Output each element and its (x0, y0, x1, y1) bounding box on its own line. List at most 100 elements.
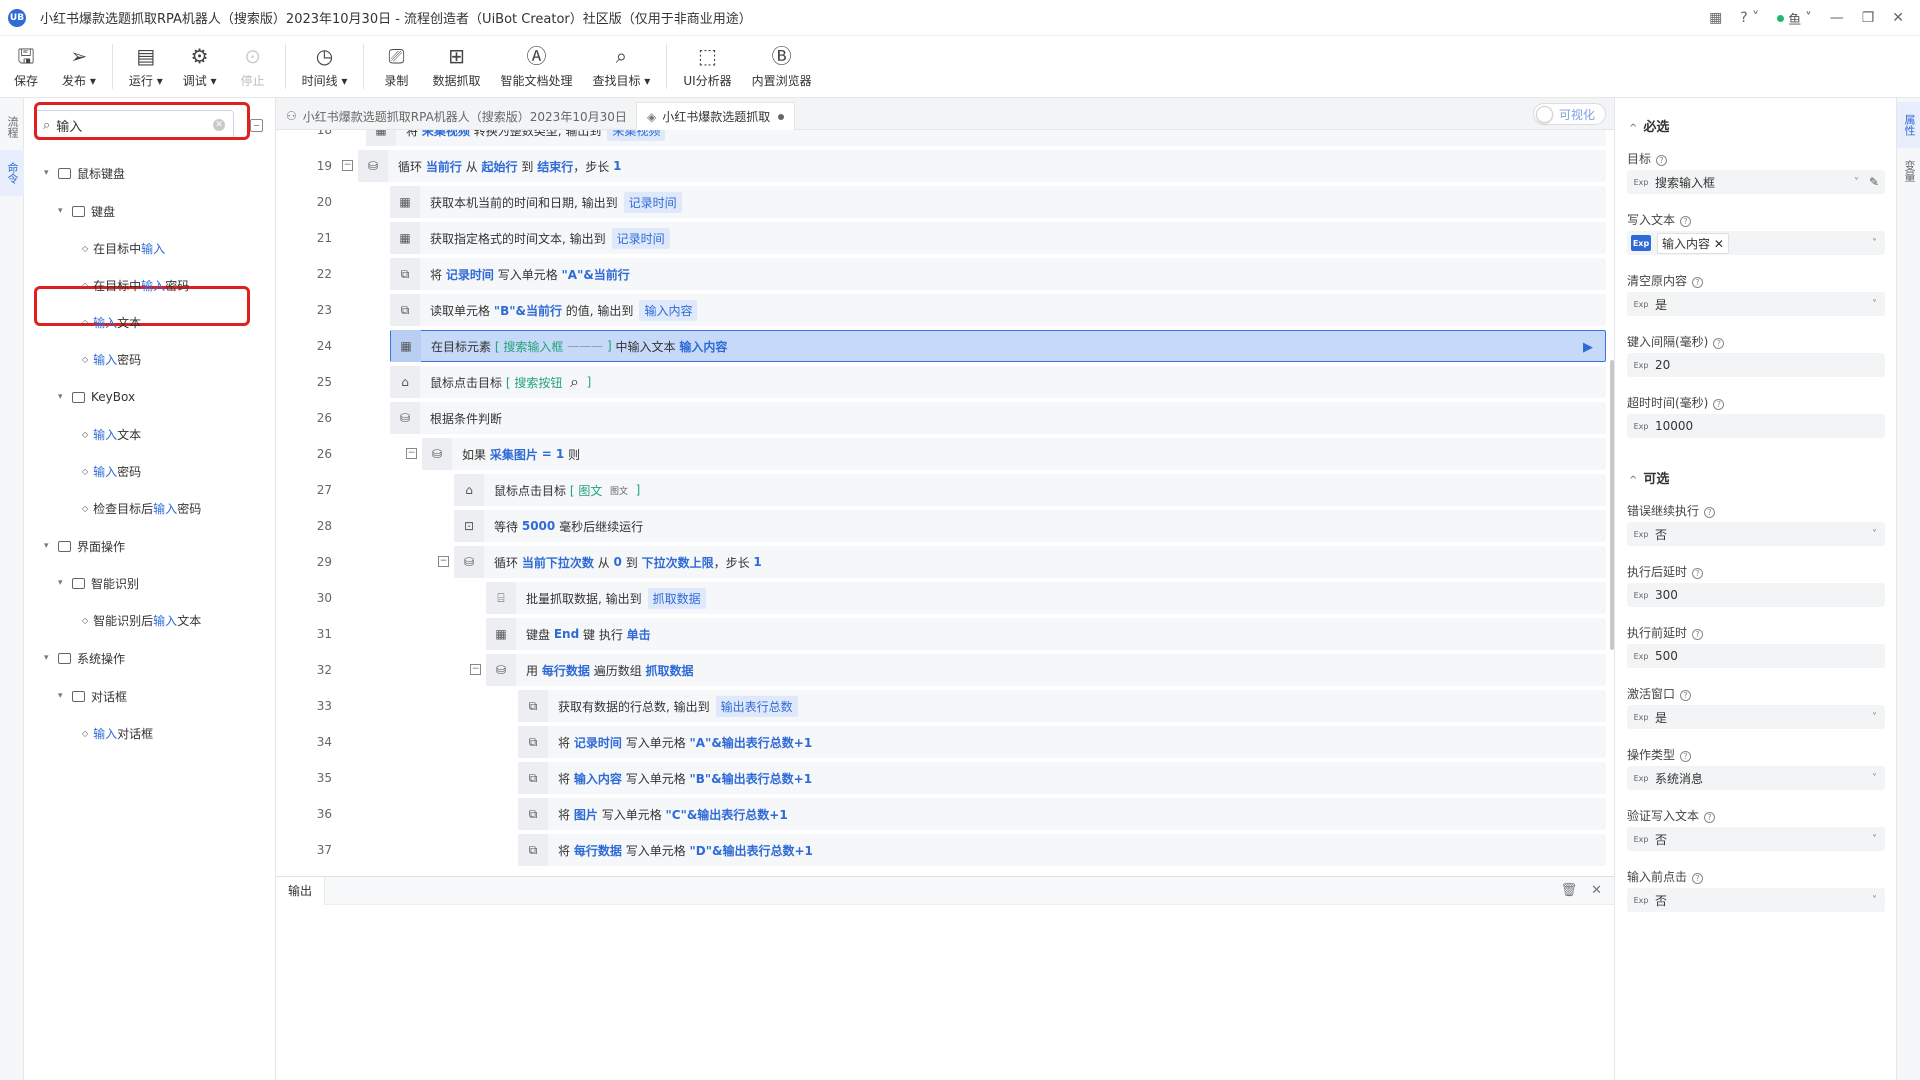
exp-toggle[interactable]: Exp (1631, 235, 1651, 251)
flow-step[interactable]: ⧉ 将 输入内容 写入单元格 "B"&输出表行总数+1 (518, 762, 1606, 794)
tab-variables[interactable]: 变量 (1897, 148, 1920, 194)
continue-on-error-select[interactable]: Exp 否 ˅ (1627, 522, 1885, 546)
tab-properties[interactable]: 属性 (1897, 102, 1920, 148)
record-button[interactable]: ⎚ 录制 (370, 36, 422, 97)
tree-category[interactable]: ▾ 智能识别 (58, 572, 139, 594)
chevron-down-icon[interactable]: ˅ (1872, 299, 1877, 310)
stop-button[interactable]: ⊙ 停止 (227, 36, 279, 97)
exp-toggle[interactable]: Exp (1631, 831, 1651, 847)
tree-command[interactable]: ◇ 检查目标后 输入 密码 (82, 497, 201, 519)
flow-step[interactable]: ⌂ 鼠标点击目标 [ 图文 图文 ] (454, 474, 1606, 506)
flow-step[interactable]: ▦ 在目标元素 [ 搜索输入框 ——— ] 中输入文本 输入内容 ▶ (390, 330, 1606, 362)
collapse-all-button[interactable]: − (250, 119, 263, 132)
flow-step[interactable]: ⛁ 循环 当前下拉次数 从 0 到 下拉次数上限 ，步长 1 (454, 546, 1606, 578)
flow-row[interactable]: 22 ⧉ 将 记录时间 写入单元格 "A"&当前行 (276, 256, 1614, 292)
flow-step[interactable]: ▦ 获取指定格式的时间文本, 输出到 记录时间 (390, 222, 1606, 254)
operation-type-select[interactable]: Exp 系统消息 ˅ (1627, 766, 1885, 790)
tree-category[interactable]: ▾ 键盘 (58, 200, 115, 222)
flow-row[interactable]: 29 − ⛁ 循环 当前下拉次数 从 0 到 下拉次数上限 ，步长 1 (276, 544, 1614, 580)
flow-step[interactable]: ⌂ 鼠标点击目标 [ 搜索按钮 ⌕ ] (390, 366, 1606, 398)
exp-toggle[interactable]: Exp (1631, 709, 1651, 725)
chevron-down-icon[interactable]: ˅ (1872, 238, 1877, 249)
flow-row[interactable]: 27 ⌂ 鼠标点击目标 [ 图文 图文 ] (276, 472, 1614, 508)
exp-toggle[interactable]: Exp (1631, 526, 1651, 542)
flow-step[interactable]: ⛁ 循环 当前行 从 起始行 到 结束行 ，步长 1 (358, 150, 1606, 182)
help-icon[interactable]: ? (1692, 568, 1704, 579)
tree-command[interactable]: ◇ 输入 文本 (82, 311, 141, 333)
flow-row[interactable]: 28 ⊡ 等待 5000 毫秒后继续运行 (276, 508, 1614, 544)
tree-command[interactable]: ◇ 输入 密码 (82, 460, 141, 482)
flow-row[interactable]: 31 ▦ 键盘 End 键 执行 单击 (276, 616, 1614, 652)
help-icon[interactable]: ? (1692, 873, 1704, 884)
tree-command[interactable]: ◇ 智能识别后 输入 文本 (82, 609, 201, 631)
run-step-icon[interactable]: ▶ (1583, 340, 1593, 355)
tree-command[interactable]: ◇ 输入 对话框 (82, 722, 153, 744)
exp-toggle[interactable]: Exp (1631, 770, 1651, 786)
exp-toggle[interactable]: Exp (1631, 174, 1651, 190)
chevron-down-icon[interactable]: ˅ (1872, 834, 1877, 845)
trash-icon[interactable]: 🗑 (1561, 883, 1578, 898)
flow-step[interactable]: ⧉ 将 每行数据 写入单元格 "D"&输出表行总数+1 (518, 834, 1606, 866)
tree-category[interactable]: ▾ 对话框 (58, 685, 127, 707)
tree-command[interactable]: ◇ 在目标中 输入 密码 (82, 274, 189, 296)
help-icon[interactable]: ? ˅ (1740, 10, 1759, 26)
close-icon[interactable]: ✕ (1591, 883, 1602, 898)
tree-category[interactable]: ▾ 界面操作 (44, 535, 125, 557)
flow-step[interactable]: ▦ 获取本机当前的时间和日期, 输出到 记录时间 (390, 186, 1606, 218)
flow-row[interactable]: 20 ▦ 获取本机当前的时间和日期, 输出到 记录时间 (276, 184, 1614, 220)
flow-step[interactable]: ⌸ 批量抓取数据, 输出到 抓取数据 (486, 582, 1606, 614)
flow-row[interactable]: 25 ⌂ 鼠标点击目标 [ 搜索按钮 ⌕ ] (276, 364, 1614, 400)
edit-icon[interactable]: ✎ (1869, 175, 1879, 189)
chevron-down-icon[interactable]: ˅ (1872, 712, 1877, 723)
collapse-block-icon[interactable]: − (342, 160, 353, 171)
data-scrape-button[interactable]: ⊞ 数据抓取 (422, 36, 490, 97)
close-button[interactable]: ✕ (1892, 10, 1904, 26)
help-icon[interactable]: ? (1692, 277, 1704, 288)
flow-step[interactable]: ⧉ 将 图片 写入单元格 "C"&输出表行总数+1 (518, 798, 1606, 830)
collapse-block-icon[interactable]: − (470, 664, 481, 675)
collapse-block-icon[interactable]: − (406, 448, 417, 459)
flow-row-selected[interactable]: 24 ▦ 在目标元素 [ 搜索输入框 ——— ] 中输入文本 输入内容 ▶ (276, 328, 1614, 364)
flow-row[interactable]: 26 ⛁ 根据条件判断 (276, 400, 1614, 436)
help-icon[interactable]: ? (1692, 629, 1704, 640)
help-icon[interactable]: ? (1656, 155, 1668, 166)
grid-menu-icon[interactable]: ▦ (1709, 10, 1722, 26)
exp-toggle[interactable]: Exp (1631, 357, 1651, 373)
collapse-block-icon[interactable]: − (438, 556, 449, 567)
after-delay-input[interactable]: Exp 300 (1627, 583, 1885, 607)
search-input[interactable] (56, 117, 197, 133)
activate-window-select[interactable]: Exp 是 ˅ (1627, 705, 1885, 729)
flow-row[interactable]: 32 − ⛁ 用 每行数据 遍历数组 抓取数据 (276, 652, 1614, 688)
help-icon[interactable]: ? (1680, 216, 1692, 227)
publish-button[interactable]: ➢ 发布 ▾ (52, 36, 106, 97)
help-icon[interactable]: ? (1713, 338, 1725, 349)
click-before-select[interactable]: Exp 否 ˅ (1627, 888, 1885, 912)
flow-row[interactable]: 26 − ⛁ 如果 采集图片 = 1 则 (276, 436, 1614, 472)
optional-section-header[interactable]: ^ 可选 (1629, 468, 1669, 487)
flow-step[interactable]: ⛁ 如果 采集图片 = 1 则 (422, 438, 1606, 470)
flow-step[interactable]: ⧉ 将 记录时间 写入单元格 "A"&当前行 (390, 258, 1606, 290)
user-menu[interactable]: 鱼 ˅ (1777, 9, 1812, 28)
tree-command[interactable]: ◇ 输入 文本 (82, 423, 141, 445)
exp-toggle[interactable]: Exp (1631, 892, 1651, 908)
maximize-button[interactable]: ❐ (1862, 10, 1875, 26)
exp-toggle[interactable]: Exp (1631, 296, 1651, 312)
clear-content-select[interactable]: Exp 是 ˅ (1627, 292, 1885, 316)
flow-step[interactable]: ⛁ 用 每行数据 遍历数组 抓取数据 (486, 654, 1606, 686)
chevron-down-icon[interactable]: ˅ (1872, 773, 1877, 784)
help-icon[interactable]: ? (1680, 751, 1692, 762)
exp-toggle[interactable]: Exp (1631, 648, 1651, 664)
minimize-button[interactable]: — (1830, 10, 1844, 26)
flow-step[interactable]: ⛁ 根据条件判断 (390, 402, 1606, 434)
timeline-button[interactable]: ◷ 时间线 ▾ (292, 36, 358, 97)
run-button[interactable]: ▤ 运行 ▾ (119, 36, 173, 97)
flow-step[interactable]: ▦ 将 采集视频 转换为整数类型, 输出到 采集视频 (366, 130, 1606, 146)
flow-row[interactable]: 34 ⧉ 将 记录时间 写入单元格 "A"&输出表行总数+1 (276, 724, 1614, 760)
target-field[interactable]: Exp 搜索输入框 ˅ ✎ (1627, 170, 1885, 194)
save-button[interactable]: 🖫 保存 (0, 36, 52, 97)
help-icon[interactable]: ? (1704, 812, 1716, 823)
timeout-input[interactable]: Exp 10000 (1627, 414, 1885, 438)
chevron-down-icon[interactable]: ˅ (1872, 895, 1877, 906)
flow-step[interactable]: ⧉ 获取有数据的行总数, 输出到 输出表行总数 (518, 690, 1606, 722)
smart-doc-button[interactable]: Ⓐ 智能文档处理 (490, 36, 582, 97)
